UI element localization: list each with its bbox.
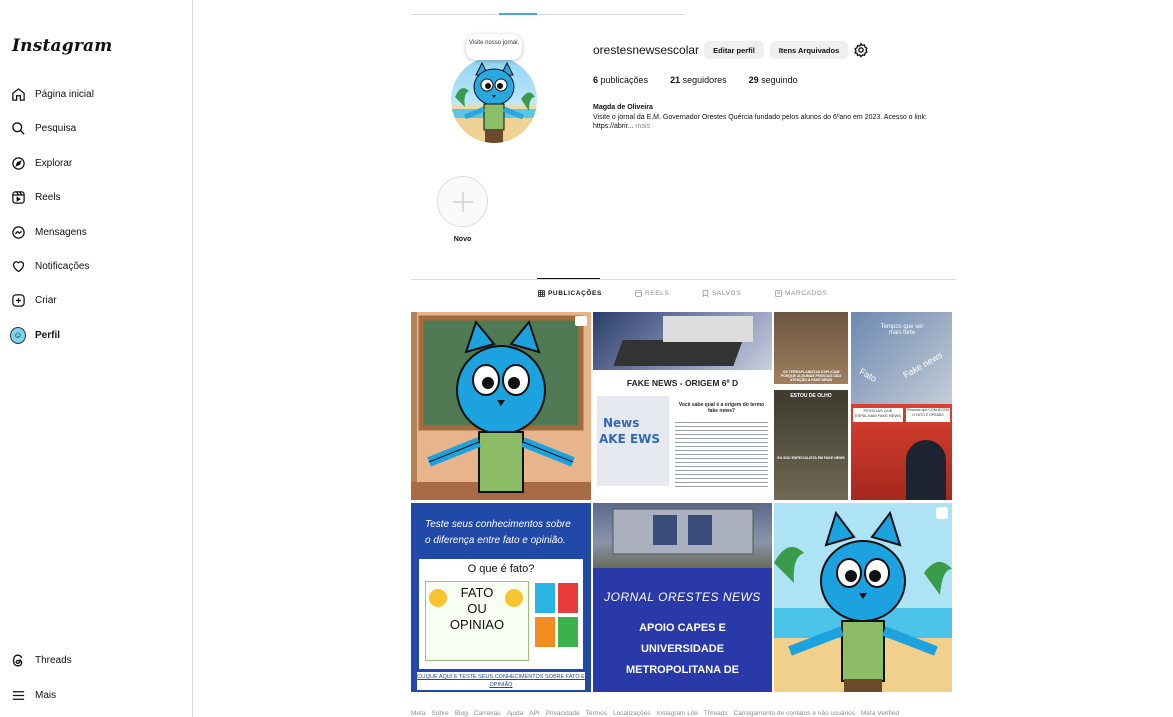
reels-icon xyxy=(635,290,642,297)
profile-avatar-icon: ☺ xyxy=(10,326,26,344)
footer-link[interactable]: Sobre xyxy=(431,710,448,717)
post-6-jornal-orestes-news[interactable]: JORNAL ORESTES NEWS APOIO CAPES E UNIVER… xyxy=(593,503,772,692)
article-text-lines xyxy=(675,419,768,489)
hamburger-menu-icon xyxy=(10,687,26,703)
footer-link[interactable]: Blog xyxy=(455,710,468,717)
footer-link[interactable]: Carregamento de contatos e não usuários xyxy=(734,710,855,717)
footer-link[interactable]: Localizações xyxy=(613,710,651,717)
sidebar-item-label: Página inicial xyxy=(35,88,94,100)
sidebar-item-label: Perfil xyxy=(35,329,61,341)
post-5-title: Teste seus conhecimentos sobre o diferen… xyxy=(425,519,571,546)
heart-icon xyxy=(10,258,26,274)
sidebar-item-explore[interactable]: Explorar xyxy=(10,150,72,176)
active-tab-indicator xyxy=(537,278,600,279)
footer-link[interactable]: Privacidade xyxy=(546,710,580,717)
profile-full-name: Magda de Oliveira xyxy=(593,104,653,111)
sidebar-item-label: Threads xyxy=(35,654,72,666)
tab-posts[interactable]: PUBLICAÇÕES xyxy=(538,290,602,297)
sidebar-item-reels[interactable]: Reels xyxy=(10,184,61,210)
search-icon xyxy=(10,120,26,136)
footer-link[interactable]: Meta Verified xyxy=(861,710,899,717)
plus-icon xyxy=(452,191,473,212)
sidebar-item-label: Mais xyxy=(35,689,57,701)
newspaper-image: News AKE EWS xyxy=(597,396,669,486)
meme-top-image: OS TERRAPLANISTAS EXPLICAM PORQUE ALGUMA… xyxy=(774,312,848,384)
bookmark-icon xyxy=(702,290,709,297)
footer-links: Meta Sobre Blog Carreiras Ajuda API Priv… xyxy=(411,710,899,717)
footer-link[interactable]: API xyxy=(529,710,539,717)
sidebar-item-create[interactable]: Criar xyxy=(10,287,57,313)
post-4-fato-vs-fake[interactable]: Tempos que ser mais forte Fato Fake news… xyxy=(851,312,952,500)
profile-note-bubble[interactable]: Visite nosso jornal. xyxy=(466,34,522,60)
profile-username: orestesnewsescolar xyxy=(593,43,700,57)
tab-reels[interactable]: REELS xyxy=(635,290,669,297)
sidebar: Instagram Página inicial Pesquisa Explor… xyxy=(0,0,193,717)
new-highlight-button[interactable] xyxy=(437,176,488,227)
carousel-icon xyxy=(575,316,587,326)
reels-icon xyxy=(10,189,26,205)
settings-gear-icon[interactable] xyxy=(853,42,869,63)
tab-saved[interactable]: SALVOS xyxy=(702,290,741,297)
post-3-memes[interactable]: OS TERRAPLANISTAS EXPLICAM PORQUE ALGUMA… xyxy=(774,312,848,500)
footer-link[interactable]: Ajuda xyxy=(507,710,524,717)
school-building-photo xyxy=(593,503,772,568)
handshake-meme: Tempos que ser mais forte Fato Fake news xyxy=(851,312,952,404)
laptop-photo xyxy=(593,312,772,370)
new-highlight-label: Novo xyxy=(453,236,472,243)
reel-icon xyxy=(936,507,948,519)
post-6-title: JORNAL ORESTES NEWS xyxy=(604,590,761,604)
sidebar-item-label: Explorar xyxy=(35,157,73,169)
profile-picture[interactable] xyxy=(451,57,537,143)
post-2-fake-news-origin[interactable]: FAKE NEWS - ORIGEM 6º D News AKE EWS Voc… xyxy=(593,312,772,500)
post-6-sub-1: APOIO CAPES E xyxy=(639,622,726,634)
post-5-fato-opiniao-quiz[interactable]: Teste seus conhecimentos sobre o diferen… xyxy=(411,503,591,692)
sidebar-item-label: Mensagens xyxy=(35,226,87,238)
tab-tagged[interactable]: MARCADOS xyxy=(775,290,827,297)
following-stat[interactable]: 29 seguindo xyxy=(749,75,798,85)
top-divider xyxy=(411,13,685,15)
sidebar-item-messages[interactable]: Mensagens xyxy=(10,219,87,245)
sidebar-item-threads[interactable]: Threads xyxy=(10,647,72,673)
bio-more-link[interactable]: mais xyxy=(635,123,650,130)
post-6-sub-2: UNIVERSIDADE xyxy=(640,643,725,655)
post-1-mascot-classroom[interactable] xyxy=(411,312,591,500)
plus-square-icon xyxy=(10,292,26,308)
sidebar-item-label: Reels xyxy=(35,191,61,203)
quiz-card: O que é fato? FATO OU OPINIAO xyxy=(419,559,583,669)
sidebar-item-home[interactable]: Página inicial xyxy=(10,81,94,107)
quiz-link[interactable]: CLIQUE AQUI E TESTE SEUS CONHECIMENTOS S… xyxy=(417,672,585,690)
footer-link[interactable]: Instagram Lite xyxy=(657,710,698,717)
archive-button[interactable]: Itens Arquivados xyxy=(770,41,848,59)
compass-icon xyxy=(10,155,26,171)
followers-stat[interactable]: 21 seguidores xyxy=(670,75,727,85)
edit-profile-button[interactable]: Editar perfil xyxy=(704,41,764,59)
post-2-title: FAKE NEWS - ORIGEM 6º D xyxy=(626,378,739,388)
batman-slap-meme: PESSOAS QUE ESPALHAM FAKE NEWS Pessoas q… xyxy=(851,404,952,500)
tag-person-icon xyxy=(775,290,782,297)
post-6-sub-3: METROPOLITANA DE xyxy=(625,664,740,676)
sidebar-item-notifications[interactable]: Notificações xyxy=(10,253,89,279)
profile-stats: 6 publicações 21 seguidores 29 seguindo xyxy=(593,75,798,85)
grid-icon xyxy=(538,290,545,297)
sidebar-item-label: Notificações xyxy=(35,260,90,272)
footer-link[interactable]: Threads xyxy=(704,710,728,717)
sidebar-item-search[interactable]: Pesquisa xyxy=(10,115,76,141)
footer-link[interactable]: Carreiras xyxy=(474,710,501,717)
sidebar-item-label: Pesquisa xyxy=(35,122,77,134)
footer-link[interactable]: Meta xyxy=(411,710,425,717)
post-2-question: Você sabe qual é a origem do termo fake … xyxy=(678,402,765,414)
sidebar-item-more[interactable]: Mais xyxy=(10,682,56,708)
instagram-logo[interactable]: Instagram xyxy=(12,36,112,56)
posts-count-stat: 6 publicações xyxy=(593,75,649,85)
post-7-mascot-beach[interactable] xyxy=(774,503,952,692)
messenger-icon xyxy=(10,224,26,240)
threads-icon xyxy=(10,652,26,668)
footer-link[interactable]: Termos xyxy=(586,710,607,717)
sidebar-item-profile[interactable]: ☺ Perfil xyxy=(10,322,60,348)
meme-bottom-image: ESTOU DE OLHO EU SOU ESPECIALISTA EM FAK… xyxy=(774,390,848,500)
tabs-divider xyxy=(411,279,956,280)
profile-bio: Visite o jornal da E.M. Governador Orest… xyxy=(593,114,927,130)
sidebar-item-label: Criar xyxy=(35,294,57,306)
home-icon xyxy=(10,86,26,102)
